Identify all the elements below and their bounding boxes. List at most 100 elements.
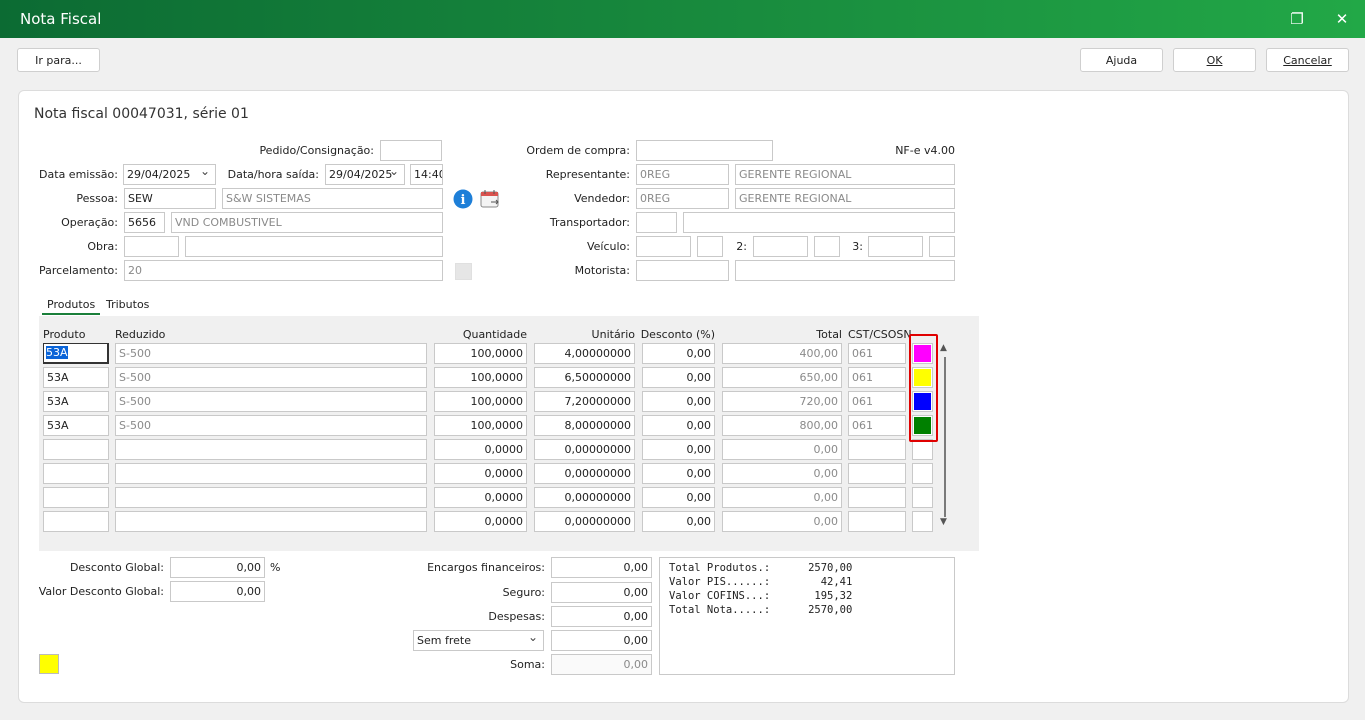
color-marker-cell[interactable] bbox=[912, 439, 933, 460]
reduzido-field bbox=[115, 463, 427, 484]
unitario-input[interactable]: 4,00000000 bbox=[534, 343, 635, 364]
desconto-input[interactable]: 0,00 bbox=[642, 415, 715, 436]
quantidade-input[interactable]: 100,0000 bbox=[434, 367, 527, 388]
color-marker-cell[interactable] bbox=[912, 511, 933, 532]
representante-name-field: GERENTE REGIONAL bbox=[735, 164, 955, 185]
soma-field: 0,00 bbox=[551, 654, 652, 675]
unitario-input[interactable]: 0,00000000 bbox=[534, 511, 635, 532]
unitario-input[interactable]: 7,20000000 bbox=[534, 391, 635, 412]
color-marker-highlight bbox=[909, 334, 938, 442]
transportador-name-field[interactable] bbox=[683, 212, 955, 233]
transportador-code-input[interactable] bbox=[636, 212, 677, 233]
encargos-input[interactable]: 0,00 bbox=[551, 557, 652, 578]
motorista-code-input[interactable] bbox=[636, 260, 729, 281]
help-button[interactable]: Ajuda bbox=[1080, 48, 1163, 72]
scroll-thumb[interactable] bbox=[944, 357, 946, 517]
veiculo2-input[interactable] bbox=[753, 236, 808, 257]
total-field: 0,00 bbox=[722, 511, 842, 532]
vendedor-code-input[interactable]: 0REG bbox=[636, 188, 729, 209]
tab-tributos[interactable]: Tributos bbox=[106, 298, 149, 311]
valor-desconto-label: Valor Desconto Global: bbox=[38, 585, 164, 598]
restore-icon[interactable]: ❐ bbox=[1277, 0, 1317, 38]
page-title: Nota fiscal 00047031, série 01 bbox=[34, 106, 249, 122]
unitario-input[interactable]: 6,50000000 bbox=[534, 367, 635, 388]
despesas-input[interactable]: 0,00 bbox=[551, 606, 652, 627]
quantidade-input[interactable]: 0,0000 bbox=[434, 511, 527, 532]
produto-input[interactable] bbox=[43, 487, 109, 508]
desconto-input[interactable]: 0,00 bbox=[642, 439, 715, 460]
data-emissao-picker[interactable]: 29/04/2025 bbox=[123, 164, 216, 185]
desconto-input[interactable]: 0,00 bbox=[642, 367, 715, 388]
scroll-up-icon[interactable]: ▲ bbox=[940, 343, 947, 353]
tab-produtos[interactable]: Produtos bbox=[42, 298, 100, 315]
reduzido-field bbox=[115, 511, 427, 532]
grid-scrollbar[interactable]: ▲ ▼ bbox=[938, 343, 952, 531]
obra-name-field[interactable] bbox=[185, 236, 443, 257]
produto-input[interactable] bbox=[43, 439, 109, 460]
cst-field: 061 bbox=[848, 391, 906, 412]
motorista-label: Motorista: bbox=[574, 264, 630, 277]
veiculo2-uf-input[interactable] bbox=[814, 236, 840, 257]
cancel-button[interactable]: Cancelar bbox=[1266, 48, 1349, 72]
pedido-input[interactable] bbox=[380, 140, 442, 161]
unitario-input[interactable]: 8,00000000 bbox=[534, 415, 635, 436]
quantidade-input[interactable]: 0,0000 bbox=[434, 487, 527, 508]
ordem-compra-label: Ordem de compra: bbox=[526, 144, 630, 157]
quantidade-input[interactable]: 100,0000 bbox=[434, 391, 527, 412]
representante-code-input[interactable]: 0REG bbox=[636, 164, 729, 185]
veiculo3-uf-input[interactable] bbox=[929, 236, 955, 257]
veiculo1-input[interactable] bbox=[636, 236, 691, 257]
motorista-name-field[interactable] bbox=[735, 260, 955, 281]
obra-code-input[interactable] bbox=[124, 236, 179, 257]
calendar-icon[interactable] bbox=[480, 189, 502, 209]
unitario-input[interactable]: 0,00000000 bbox=[534, 439, 635, 460]
hora-saida-input[interactable]: 14:40 bbox=[410, 164, 443, 185]
total-field: 650,00 bbox=[722, 367, 842, 388]
produto-input[interactable]: 53A bbox=[43, 415, 109, 436]
produto-input[interactable]: 53A bbox=[43, 391, 109, 412]
frete-input[interactable]: 0,00 bbox=[551, 630, 652, 651]
quantidade-input[interactable]: 0,0000 bbox=[434, 439, 527, 460]
total-field: 800,00 bbox=[722, 415, 842, 436]
ok-button[interactable]: OK bbox=[1173, 48, 1256, 72]
valor-desconto-input[interactable]: 0,00 bbox=[170, 581, 265, 602]
data-saida-label: Data/hora saída: bbox=[227, 168, 319, 181]
desconto-global-input[interactable]: 0,00 bbox=[170, 557, 265, 578]
produto-input[interactable]: 53A bbox=[43, 343, 109, 364]
ordem-compra-input[interactable] bbox=[636, 140, 773, 161]
unitario-input[interactable]: 0,00000000 bbox=[534, 487, 635, 508]
close-icon[interactable]: ✕ bbox=[1322, 0, 1362, 38]
operacao-code-input[interactable]: 5656 bbox=[124, 212, 165, 233]
desconto-input[interactable]: 0,00 bbox=[642, 463, 715, 484]
veiculo1-uf-input[interactable] bbox=[697, 236, 723, 257]
data-saida-picker[interactable]: 29/04/2025 bbox=[325, 164, 405, 185]
quantidade-input[interactable]: 100,0000 bbox=[434, 415, 527, 436]
color-marker-cell[interactable] bbox=[912, 463, 933, 484]
operacao-name-field: VND COMBUSTIVEL bbox=[171, 212, 443, 233]
soma-label: Soma: bbox=[510, 658, 545, 671]
quantidade-input[interactable]: 0,0000 bbox=[434, 463, 527, 484]
data-emissao-label: Data emissão: bbox=[39, 168, 118, 181]
veiculo3-input[interactable] bbox=[868, 236, 923, 257]
desconto-input[interactable]: 0,00 bbox=[642, 343, 715, 364]
goto-button[interactable]: Ir para... bbox=[17, 48, 100, 72]
produto-input[interactable] bbox=[43, 511, 109, 532]
color-marker-cell[interactable] bbox=[912, 487, 933, 508]
scroll-down-icon[interactable]: ▼ bbox=[940, 517, 947, 527]
unitario-input[interactable]: 0,00000000 bbox=[534, 463, 635, 484]
parcelamento-input[interactable]: 20 bbox=[124, 260, 443, 281]
desconto-input[interactable]: 0,00 bbox=[642, 511, 715, 532]
cst-field bbox=[848, 511, 906, 532]
pessoa-code-input[interactable]: SEW bbox=[124, 188, 216, 209]
desconto-input[interactable]: 0,00 bbox=[642, 487, 715, 508]
summary-line: Valor COFINS...: 195,32 bbox=[669, 590, 853, 602]
seguro-input[interactable]: 0,00 bbox=[551, 582, 652, 603]
produto-input[interactable] bbox=[43, 463, 109, 484]
produto-input[interactable]: 53A bbox=[43, 367, 109, 388]
col-quantidade: Quantidade bbox=[462, 328, 527, 341]
quantidade-input[interactable]: 100,0000 bbox=[434, 343, 527, 364]
desconto-input[interactable]: 0,00 bbox=[642, 391, 715, 412]
parcelamento-button[interactable] bbox=[455, 263, 472, 280]
frete-select[interactable]: Sem frete bbox=[413, 630, 544, 651]
info-icon[interactable]: i bbox=[453, 189, 473, 209]
